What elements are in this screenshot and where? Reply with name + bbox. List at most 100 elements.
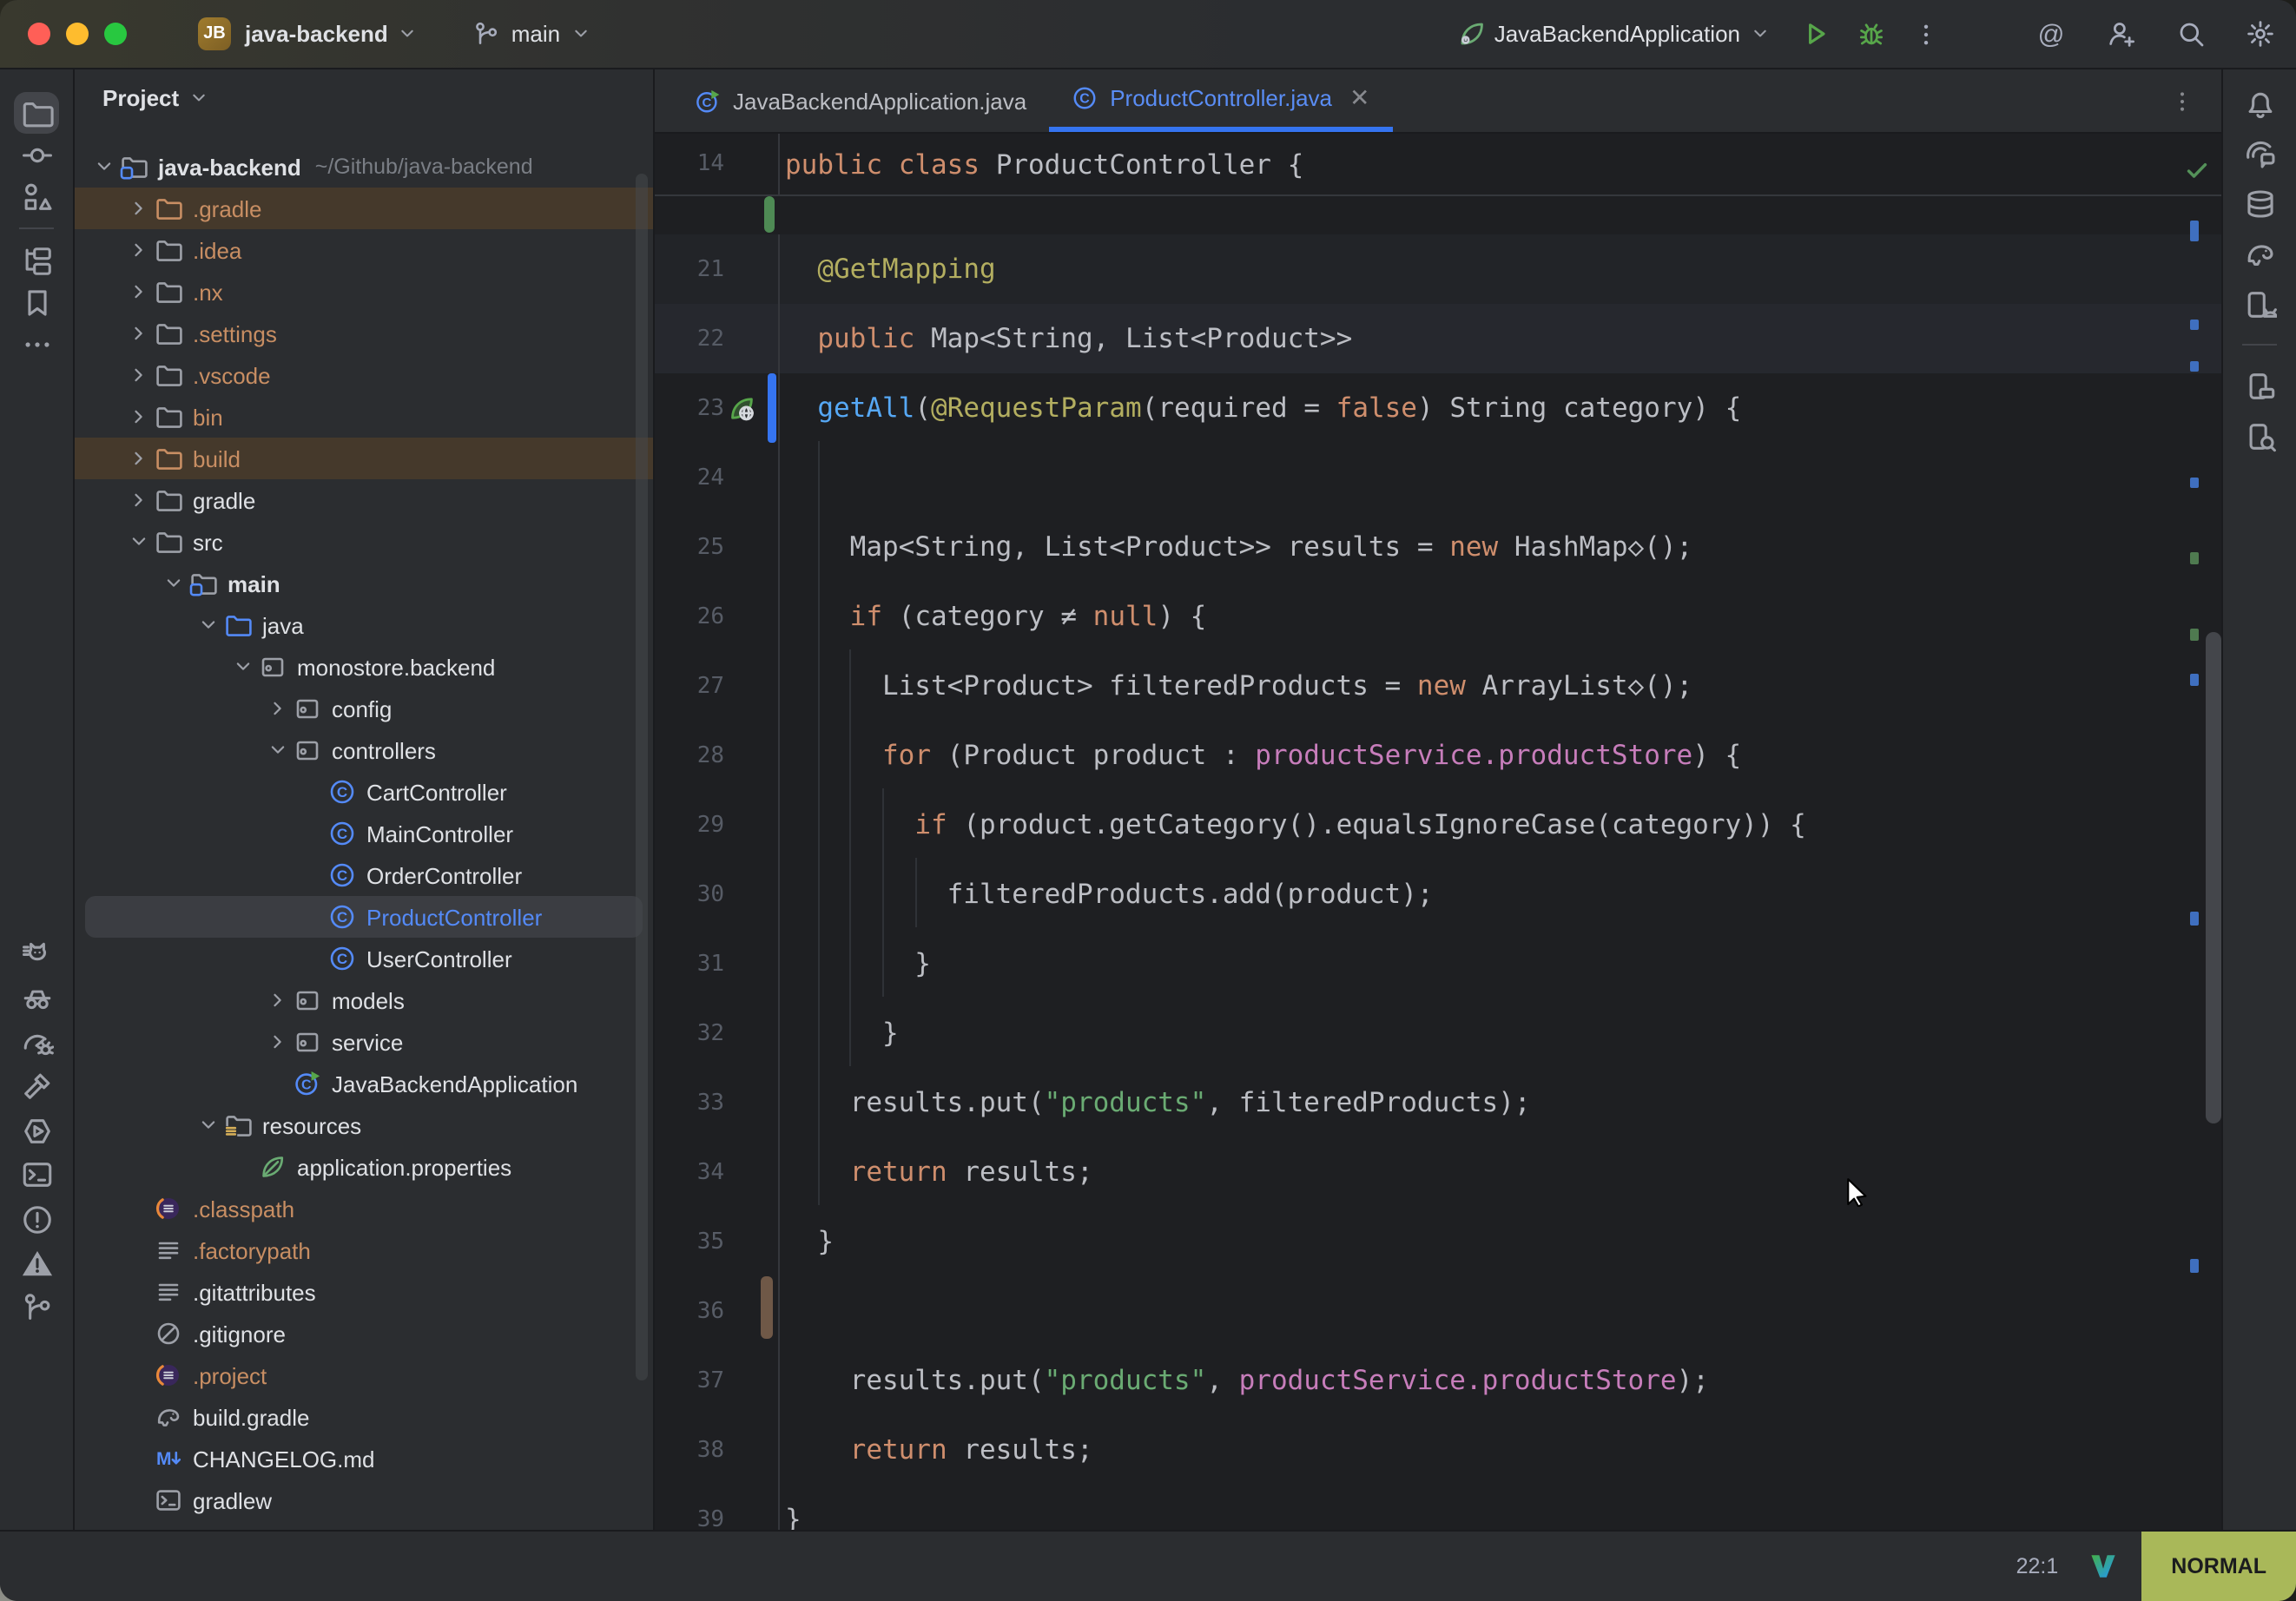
error-stripe-mark[interactable] <box>2190 478 2199 488</box>
ai-assistant-button[interactable]: @ <box>2029 11 2074 56</box>
tree-item-controllers[interactable]: controllers <box>75 729 653 771</box>
tree-item-cartcontroller[interactable]: CCartController <box>75 771 653 813</box>
tree-item-changelog-md[interactable]: MCHANGELOG.md <box>75 1438 653 1479</box>
tree-item-java-backend[interactable]: java-backend~/Github/java-backend <box>75 146 653 188</box>
inspections-ok-icon[interactable] <box>2185 158 2209 182</box>
code-line-25[interactable]: 25 Map<String, List<Product>> results = … <box>655 512 2221 582</box>
code-editor[interactable]: 14public class ProductController { 21 @Ge… <box>655 134 2221 1530</box>
tree-item-resources[interactable]: resources <box>75 1104 653 1146</box>
profiler-icon[interactable] <box>14 1021 59 1063</box>
code-line-36[interactable]: 36 <box>655 1276 2221 1346</box>
tree-item-service[interactable]: service <box>75 1021 653 1063</box>
code-line-37[interactable]: 37 results.put("products", productServic… <box>655 1346 2221 1415</box>
chevron-right-icon[interactable] <box>123 238 153 262</box>
settings-button[interactable] <box>2237 11 2282 56</box>
tree-item-gradlew-bat[interactable]: gradlew.bat <box>75 1521 653 1530</box>
tab-javabackendapplication-java[interactable]: CJavaBackendApplication.java <box>672 69 1049 132</box>
tree-item-build-gradle[interactable]: build.gradle <box>75 1396 653 1438</box>
tree-item-productcontroller[interactable]: CProductController <box>75 896 653 938</box>
tab-productcontroller-java[interactable]: CProductController.java✕ <box>1049 69 1392 132</box>
commit-icon[interactable] <box>14 134 59 175</box>
problems-icon[interactable] <box>14 1198 59 1240</box>
tree-item--idea[interactable]: .idea <box>75 229 653 271</box>
chevron-right-icon[interactable] <box>123 405 153 429</box>
code-line-29[interactable]: 29 if (product.getCategory().equalsIgnor… <box>655 790 2221 860</box>
code-line-38[interactable]: 38 return results; <box>655 1415 2221 1485</box>
device-explorer-icon[interactable] <box>2237 415 2282 457</box>
ai-assistant-icon[interactable] <box>2237 132 2282 174</box>
tree-item-models[interactable]: models <box>75 979 653 1021</box>
minimize-window-button[interactable] <box>66 23 89 45</box>
editor-options-button[interactable] <box>2169 69 2221 132</box>
error-stripe-mark[interactable] <box>2190 221 2199 241</box>
sticky-code-line[interactable]: 14public class ProductController { <box>655 134 2221 196</box>
error-stripe-mark[interactable] <box>2190 361 2199 372</box>
device-window-icon[interactable] <box>2237 365 2282 406</box>
code-line-23[interactable]: 23 getAll(@RequestParam(required = false… <box>655 373 2221 443</box>
tree-item-src[interactable]: src <box>75 521 653 563</box>
tree-item--project[interactable]: .project <box>75 1354 653 1396</box>
code-line-32[interactable]: 32 } <box>655 998 2221 1068</box>
services-icon[interactable] <box>14 1110 59 1151</box>
code-line-24[interactable]: 24 <box>655 443 2221 512</box>
tree-item--factorypath[interactable]: .factorypath <box>75 1229 653 1271</box>
project-tree-scrollbar[interactable] <box>636 174 648 1380</box>
tree-item-ordercontroller[interactable]: COrderController <box>75 854 653 896</box>
copilot-cat-icon[interactable] <box>14 932 59 974</box>
code-line-31[interactable]: 31 } <box>655 929 2221 998</box>
code-line-27[interactable]: 27 List<Product> filteredProducts = new … <box>655 651 2221 721</box>
debug-button[interactable] <box>1848 11 1893 56</box>
run-button[interactable] <box>1792 11 1837 56</box>
hierarchy-icon[interactable] <box>14 240 59 281</box>
chevron-down-icon[interactable] <box>228 655 257 679</box>
chevron-down-icon[interactable] <box>89 155 118 179</box>
code-line-21[interactable]: 21 @GetMapping <box>655 234 2221 304</box>
tree-item-gradle[interactable]: gradle <box>75 479 653 521</box>
close-window-button[interactable] <box>28 23 50 45</box>
tree-item--gitattributes[interactable]: .gitattributes <box>75 1271 653 1313</box>
incognito-icon[interactable] <box>14 977 59 1018</box>
vcs-branch-widget[interactable]: main <box>465 11 591 56</box>
editor-scrollbar[interactable] <box>2206 632 2221 1123</box>
tree-item--nx[interactable]: .nx <box>75 271 653 313</box>
tree-item-main[interactable]: main <box>75 563 653 604</box>
tree-item-bin[interactable]: bin <box>75 396 653 438</box>
tree-item--gradle[interactable]: .gradle <box>75 188 653 229</box>
caret-position-widget[interactable]: 22:1 <box>2016 1554 2059 1578</box>
code-line-39[interactable]: 39} <box>655 1485 2221 1530</box>
tree-item-gradlew[interactable]: gradlew <box>75 1479 653 1521</box>
device-android-icon[interactable] <box>2237 283 2282 325</box>
tree-item-java[interactable]: java <box>75 604 653 646</box>
structure-icon[interactable] <box>14 175 59 217</box>
tree-item--gitignore[interactable]: .gitignore <box>75 1313 653 1354</box>
tree-item-maincontroller[interactable]: CMainController <box>75 813 653 854</box>
chevron-right-icon[interactable] <box>262 1030 292 1054</box>
chevron-right-icon[interactable] <box>123 280 153 304</box>
error-stripe-mark[interactable] <box>2190 912 2199 926</box>
code-line-22[interactable]: 22 public Map<String, List<Product>> <box>655 304 2221 373</box>
code-with-me-button[interactable] <box>2098 11 2143 56</box>
error-stripe-mark[interactable] <box>2190 1259 2199 1273</box>
chevron-down-icon[interactable] <box>123 530 153 554</box>
tree-item-build[interactable]: build <box>75 438 653 479</box>
tree-item--settings[interactable]: .settings <box>75 313 653 354</box>
tree-item--vscode[interactable]: .vscode <box>75 354 653 396</box>
more-actions-button[interactable] <box>1903 11 1949 56</box>
project-panel-header[interactable]: Project <box>75 69 653 125</box>
error-stripe-mark[interactable] <box>2190 674 2199 686</box>
project-widget[interactable]: java-backend <box>231 21 419 47</box>
chevron-down-icon[interactable] <box>193 613 222 637</box>
code-line-30[interactable]: 30 filteredProducts.add(product); <box>655 860 2221 929</box>
terminal-icon[interactable] <box>14 1154 59 1196</box>
notifications-bell-icon[interactable] <box>2237 82 2282 123</box>
chevron-right-icon[interactable] <box>262 696 292 721</box>
tree-item-usercontroller[interactable]: CUserController <box>75 938 653 979</box>
chevron-right-icon[interactable] <box>123 196 153 221</box>
build-hammer-icon[interactable] <box>14 1065 59 1107</box>
chevron-right-icon[interactable] <box>123 363 153 387</box>
error-stripe-mark[interactable] <box>2190 629 2199 641</box>
code-line-26[interactable]: 26 if (category ≠ null) { <box>655 582 2221 651</box>
gradle-elephant-icon[interactable] <box>2237 233 2282 274</box>
tree-item-application-properties[interactable]: application.properties <box>75 1146 653 1188</box>
error-stripe-mark[interactable] <box>2190 320 2199 330</box>
